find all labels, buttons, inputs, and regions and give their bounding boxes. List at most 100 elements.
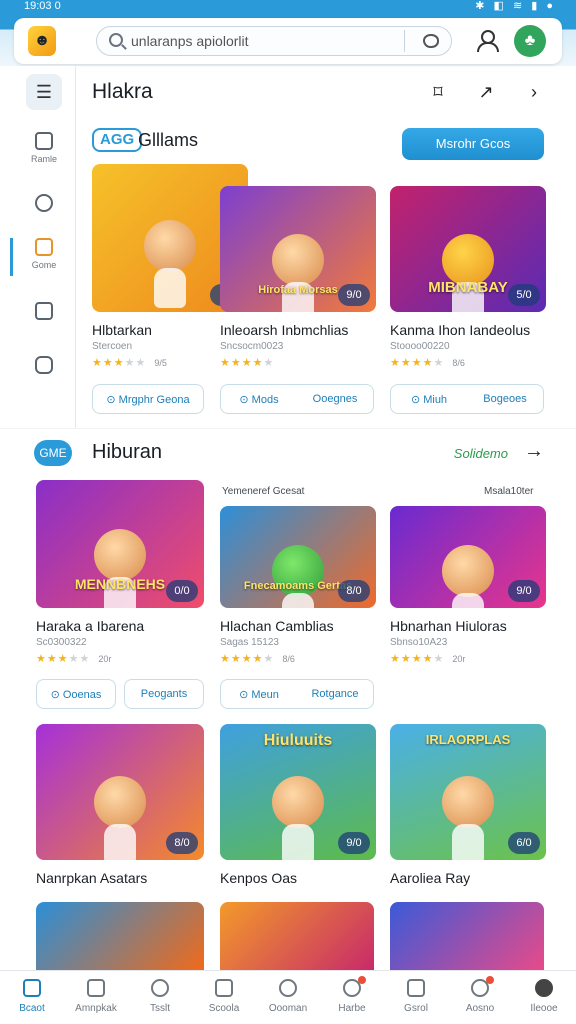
- action-row[interactable]: ⊙ Mods Ooegnes: [220, 384, 374, 414]
- nav-label: Gsrol: [404, 1003, 428, 1014]
- category-header: AGG Glllams Msrohr Gcos: [92, 126, 544, 162]
- character-art: [272, 233, 324, 312]
- game-thumbnail[interactable]: 9/0: [390, 506, 546, 608]
- game-thumbnail[interactable]: IRLAORPLAS 6/0: [390, 724, 546, 860]
- action-row[interactable]: ⊙ Ooenas: [36, 679, 116, 709]
- character-art: [442, 544, 494, 608]
- sidebar-item-puzzle[interactable]: [12, 356, 76, 406]
- home-icon: [23, 979, 41, 997]
- action-button[interactable]: ⊙ Miuh: [391, 393, 467, 406]
- nav-item-home[interactable]: Bcaot: [0, 971, 64, 1024]
- nav-label: Tsslt: [150, 1003, 170, 1014]
- star-rating: ★★★★★: [220, 357, 275, 369]
- game-thumbnail[interactable]: MENNBNEHS 0/0: [36, 480, 204, 608]
- book-icon: [35, 302, 53, 320]
- list-icon: [87, 979, 105, 997]
- app-bar: ☻ ♣: [0, 14, 576, 66]
- sidebar-item-gome[interactable]: Gome: [10, 238, 76, 288]
- character-art: [442, 775, 494, 860]
- action-button[interactable]: ⊙ Mrgphr Geona: [93, 393, 203, 406]
- see-all-link[interactable]: Solidemo: [454, 446, 508, 461]
- action-button[interactable]: Rotgance: [297, 688, 373, 700]
- action-button[interactable]: Ooegnes: [297, 393, 373, 405]
- game-card[interactable]: IRLAORPLAS 6/0 Aaroliea Ray: [390, 724, 546, 886]
- star-rating: ★★★★★ 20r: [36, 653, 112, 665]
- user-icon[interactable]: [476, 30, 499, 52]
- arrow-right-icon[interactable]: →: [524, 440, 544, 463]
- person-icon: [151, 979, 169, 997]
- nav-label: Oooman: [268, 1003, 308, 1014]
- game-art-title: IRLAORPLAS: [425, 732, 511, 747]
- nav-label: Harbe: [338, 1003, 366, 1014]
- game-title: Haraka a Ibarena: [36, 618, 145, 634]
- action-button[interactable]: ⊙ Ooenas: [37, 688, 115, 701]
- chevron-right-icon[interactable]: ›: [524, 82, 544, 102]
- notification-dot: [358, 976, 366, 984]
- game-card[interactable]: 8/0 Nanrpkan Asatars: [36, 724, 204, 886]
- action-button[interactable]: Peogants: [125, 688, 203, 700]
- nav-item-list[interactable]: Amnpkak: [64, 971, 128, 1024]
- cta-button[interactable]: Msrohr Gcos: [402, 128, 544, 160]
- menu-icon[interactable]: ☰: [26, 74, 62, 110]
- rating-badge: 6/0: [508, 832, 540, 854]
- avatar[interactable]: ♣: [514, 25, 546, 57]
- game-thumbnail[interactable]: Fnecamoams Gertas 8/0: [220, 506, 376, 608]
- section-header: Hlakra ⌑ ↗ ›: [92, 76, 552, 108]
- rating-badge: 8/0: [338, 580, 370, 602]
- game-card[interactable]: MIBNABAY 5/0 Kanma Ihon Iandeolus Stoooo…: [390, 186, 546, 369]
- game-title: Hlachan Camblias: [220, 618, 334, 634]
- bag-icon: [215, 979, 233, 997]
- nav-item-face[interactable]: Oooman: [256, 971, 320, 1024]
- search-bar[interactable]: [96, 26, 452, 56]
- app-bar-container: ☻ ♣: [14, 18, 562, 64]
- sidebar-item-book[interactable]: [12, 302, 76, 352]
- share-icon[interactable]: ↗: [476, 82, 496, 102]
- nav-label: Amnpkak: [75, 1003, 117, 1014]
- game-thumbnail[interactable]: 8/0: [36, 724, 204, 860]
- action-row[interactable]: ⊙ Mrgphr Geona: [92, 384, 204, 414]
- search-input[interactable]: [131, 31, 391, 51]
- sidebar-item-tag[interactable]: [12, 194, 76, 244]
- game-logo-icon[interactable]: ☻: [28, 26, 56, 56]
- game-subtitle: Stoooo00220: [390, 341, 450, 352]
- game-card[interactable]: MENNBNEHS 0/0 Haraka a Ibarena Sc0300322…: [36, 480, 204, 665]
- action-row[interactable]: ⊙ Miuh Bogeoes: [390, 384, 544, 414]
- action-button[interactable]: ⊙ Meun: [221, 688, 297, 701]
- nav-item-bell[interactable]: Harbe: [320, 971, 384, 1024]
- rating-badge: 8/0: [166, 832, 198, 854]
- nav-item-bag[interactable]: Scoola: [192, 971, 256, 1024]
- game-thumbnail[interactable]: Hiuluuits 9/0: [220, 724, 376, 860]
- card-icon: [35, 132, 53, 150]
- rating-badge: 0/0: [166, 580, 198, 602]
- game-thumbnail[interactable]: [220, 902, 374, 970]
- bottom-nav: Bcaot Amnpkak Tsslt Scoola Oooman Harbe …: [0, 970, 576, 1024]
- sidebar-item-ramle[interactable]: Ramle: [12, 132, 76, 182]
- game-thumbnail[interactable]: [390, 902, 544, 970]
- action-button[interactable]: ⊙ Mods: [221, 393, 297, 406]
- puzzle-icon: [35, 356, 53, 374]
- action-row[interactable]: Peogants: [124, 679, 204, 709]
- action-button[interactable]: Bogeoes: [467, 393, 543, 405]
- nav-item-house[interactable]: Gsrol: [384, 971, 448, 1024]
- game-thumbnail[interactable]: [36, 902, 204, 970]
- game-card[interactable]: Fnecamoams Gertas 8/0 Hlachan Camblias S…: [220, 506, 376, 665]
- game-thumbnail[interactable]: MIBNABAY 5/0: [390, 186, 546, 312]
- tag-icon: [35, 194, 53, 212]
- face-icon: [279, 979, 297, 997]
- game-subtitle: Sncsocm0023: [220, 341, 284, 352]
- game-card[interactable]: Hirofaa Morsas 9/0 Inleoarsh Inbmchlias …: [220, 186, 376, 369]
- game-title: Nanrpkan Asatars: [36, 870, 148, 886]
- mic-icon[interactable]: [423, 34, 439, 48]
- game-thumbnail[interactable]: Hirofaa Morsas 9/0: [220, 186, 376, 312]
- nav-item-mail[interactable]: Aosno: [448, 971, 512, 1024]
- nav-item-profile[interactable]: Ileooe: [512, 971, 576, 1024]
- review-count: 8/6: [452, 358, 465, 368]
- review-count: 8/6: [282, 654, 295, 664]
- bookmark-icon[interactable]: ⌑: [428, 82, 448, 102]
- game-card[interactable]: 9/0 Hbnarhan Hiuloras Sbnso10A23 ★★★★★ 20…: [390, 506, 546, 665]
- category-badge: AGG: [92, 128, 143, 152]
- game-card[interactable]: Hiuluuits 9/0 Kenpos Oas: [220, 724, 376, 886]
- nav-item-person[interactable]: Tsslt: [128, 971, 192, 1024]
- nav-label: Ileooe: [530, 1003, 558, 1014]
- action-row[interactable]: ⊙ Meun Rotgance: [220, 679, 374, 709]
